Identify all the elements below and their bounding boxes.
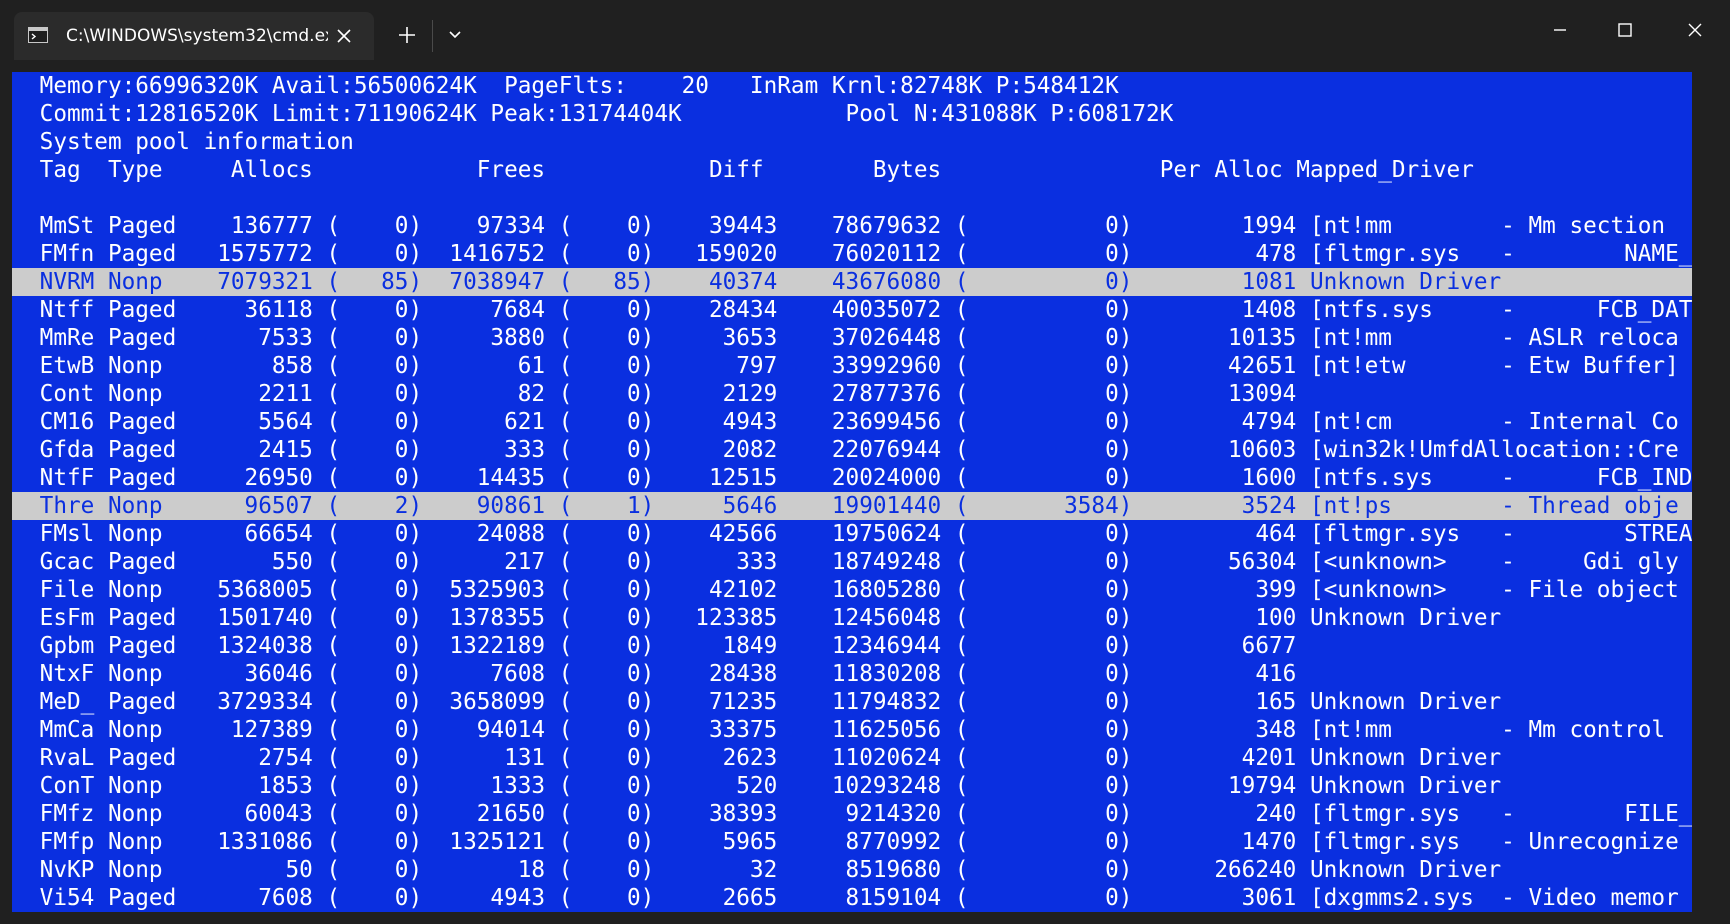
chevron-down-icon[interactable] (440, 20, 470, 50)
terminal-icon (28, 27, 48, 43)
table-row: EtwB Nonp 858 ( 0) 61 ( 0) 797 33992960 … (26, 353, 1679, 379)
title-bar[interactable]: C:\WINDOWS\system32\cmd.exe (0, 0, 1730, 60)
terminal-window: C:\WINDOWS\system32\cmd.exe Memory:66996… (0, 0, 1730, 924)
table-row: FMfn Paged 1575772 ( 0) 1416752 ( 0) 159… (26, 241, 1692, 267)
header-line-title: System pool information (26, 129, 354, 155)
table-row: MmCa Nonp 127389 ( 0) 94014 ( 0) 33375 1… (26, 717, 1679, 743)
close-icon[interactable] (332, 24, 356, 48)
table-row: NtxF Nonp 36046 ( 0) 7608 ( 0) 28438 118… (26, 661, 1297, 687)
maximize-icon[interactable] (1605, 10, 1645, 50)
table-row: FMfz Nonp 60043 ( 0) 21650 ( 0) 38393 92… (26, 801, 1692, 827)
table-row: CM16 Paged 5564 ( 0) 621 ( 0) 4943 23699… (26, 409, 1679, 435)
table-row: Cont Nonp 2211 ( 0) 82 ( 0) 2129 2787737… (26, 381, 1297, 407)
table-row: File Nonp 5368005 ( 0) 5325903 ( 0) 4210… (26, 577, 1679, 603)
table-row: Gpbm Paged 1324038 ( 0) 1322189 ( 0) 184… (26, 633, 1297, 659)
table-row: EsFm Paged 1501740 ( 0) 1378355 ( 0) 123… (26, 605, 1502, 631)
plus-icon[interactable] (392, 20, 422, 50)
table-row: Gcac Paged 550 ( 0) 217 ( 0) 333 1874924… (26, 549, 1679, 575)
table-row: MeD_ Paged 3729334 ( 0) 3658099 ( 0) 712… (26, 689, 1502, 715)
table-row: NtfF Paged 26950 ( 0) 14435 ( 0) 12515 2… (26, 465, 1692, 491)
header-line-commit: Commit:12816520K Limit:71190624K Peak:13… (26, 101, 1174, 127)
column-headers: Tag Type Allocs Frees Diff Bytes Per All… (26, 157, 1474, 183)
table-row: FMfp Nonp 1331086 ( 0) 1325121 ( 0) 5965… (26, 829, 1679, 855)
tab-cmd[interactable]: C:\WINDOWS\system32\cmd.exe (14, 12, 374, 60)
terminal-output[interactable]: Memory:66996320K Avail:56500624K PageFlt… (12, 72, 1692, 912)
table-row: FMsl Nonp 66654 ( 0) 24088 ( 0) 42566 19… (26, 521, 1692, 547)
header-line-memory: Memory:66996320K Avail:56500624K PageFlt… (26, 73, 1119, 99)
table-row: MmSt Paged 136777 ( 0) 97334 ( 0) 39443 … (26, 213, 1679, 239)
table-row: MmRe Paged 7533 ( 0) 3880 ( 0) 3653 3702… (26, 325, 1679, 351)
table-row: Ntff Paged 36118 ( 0) 7684 ( 0) 28434 40… (26, 297, 1692, 323)
table-row: Thre Nonp 96507 ( 2) 90861 ( 1) 5646 199… (12, 492, 1692, 520)
tab-title: C:\WINDOWS\system32\cmd.exe (66, 26, 328, 46)
scrollbar[interactable] (1692, 72, 1730, 924)
table-row: ConT Nonp 1853 ( 0) 1333 ( 0) 520 102932… (26, 773, 1502, 799)
table-row: NvKP Nonp 50 ( 0) 18 ( 0) 32 8519680 ( 0… (26, 857, 1502, 883)
table-row: Vi54 Paged 7608 ( 0) 4943 ( 0) 2665 8159… (26, 885, 1679, 911)
table-row: RvaL Paged 2754 ( 0) 131 ( 0) 2623 11020… (26, 745, 1502, 771)
table-row: NVRM Nonp 7079321 ( 85) 7038947 ( 85) 40… (12, 268, 1692, 296)
close-icon[interactable] (1675, 10, 1715, 50)
tab-divider (432, 20, 433, 52)
minimize-icon[interactable] (1540, 10, 1580, 50)
table-row: Gfda Paged 2415 ( 0) 333 ( 0) 2082 22076… (26, 437, 1679, 463)
